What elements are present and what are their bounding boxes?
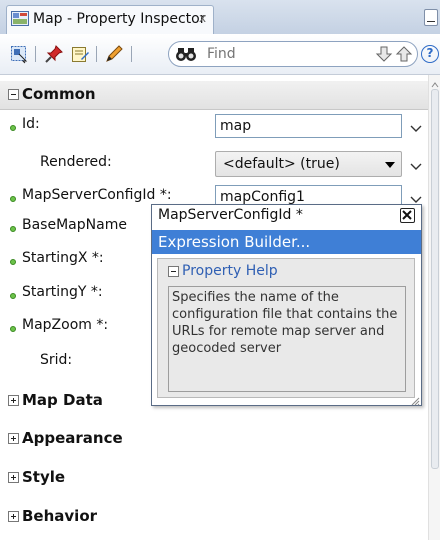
chevron-down-icon[interactable] — [410, 193, 422, 203]
property-label: Rendered: — [40, 154, 112, 170]
tab-strip: Map - Property Inspector x — [0, 0, 440, 35]
find-input[interactable] — [207, 44, 347, 64]
expand-icon[interactable] — [8, 395, 19, 406]
toolbar: ? — [0, 34, 440, 75]
required-indicator-icon — [10, 196, 16, 202]
property-label: Srid: — [40, 352, 73, 368]
property-popup: MapServerConfigId * Expression Builder..… — [151, 204, 422, 406]
property-help-header[interactable]: Property Help — [182, 263, 278, 279]
pin-icon[interactable] — [44, 44, 64, 64]
map-icon — [11, 11, 29, 27]
toolbar-divider — [35, 46, 36, 62]
section-label: Map Data — [22, 391, 103, 409]
select-value: <default> (true) — [223, 156, 340, 172]
find-previous-icon[interactable] — [395, 45, 413, 63]
toolbar-divider — [96, 46, 97, 62]
chevron-down-icon[interactable] — [410, 160, 422, 170]
id-input[interactable]: map — [215, 114, 402, 138]
find-next-icon[interactable] — [375, 45, 393, 63]
expand-icon[interactable] — [8, 472, 19, 483]
resize-grip-icon[interactable] — [410, 394, 420, 406]
popup-title: MapServerConfigId * — [158, 207, 303, 223]
section-label: Appearance — [22, 429, 123, 447]
chevron-down-icon[interactable] — [410, 122, 422, 132]
collapse-icon[interactable] — [168, 266, 179, 277]
property-label: StartingX *: — [22, 250, 104, 266]
property-label: MapZoom *: — [22, 317, 109, 333]
property-help-text: Specifies the name of the configuration … — [168, 286, 406, 392]
tab-title: Map - Property Inspector — [33, 11, 206, 27]
help-icon[interactable]: ? — [421, 45, 439, 63]
close-icon[interactable] — [400, 208, 415, 223]
property-inspector-tab[interactable]: Map - Property Inspector x — [6, 5, 214, 34]
section-label: Behavior — [22, 507, 98, 525]
rendered-select[interactable]: <default> (true) — [215, 151, 402, 177]
expression-builder-item[interactable]: Expression Builder... — [152, 230, 421, 254]
required-indicator-icon — [10, 259, 16, 265]
collapse-icon[interactable] — [8, 89, 19, 100]
property-help-pane: Property Help Specifies the name of the … — [157, 258, 415, 398]
pencil-icon[interactable] — [104, 44, 124, 64]
minimize-icon[interactable] — [424, 9, 438, 26]
property-label: MapServerConfigId *: — [22, 187, 172, 203]
dropdown-arrow-icon — [385, 162, 395, 168]
property-label: Id: — [22, 116, 40, 132]
required-indicator-icon — [10, 226, 16, 232]
expand-icon[interactable] — [8, 433, 19, 444]
section-common[interactable]: Common — [0, 81, 428, 110]
toolbar-divider — [131, 46, 132, 62]
section-label: Style — [22, 468, 66, 486]
tab-close-icon[interactable]: x — [199, 11, 206, 25]
section-appearance[interactable]: Appearance — [0, 425, 428, 453]
property-label: BaseMapName — [22, 217, 127, 233]
required-indicator-icon — [10, 125, 16, 131]
edit-source-icon[interactable] — [70, 44, 90, 64]
property-label: StartingY *: — [22, 284, 103, 300]
vertical-scrollbar[interactable] — [428, 75, 440, 540]
required-indicator-icon — [10, 326, 16, 332]
required-indicator-icon — [10, 293, 16, 299]
scroll-thumb[interactable] — [431, 89, 439, 469]
scroll-up-icon[interactable] — [431, 77, 439, 88]
select-component-icon[interactable] — [9, 44, 29, 64]
section-label: Common — [22, 85, 96, 103]
section-style[interactable]: Style — [0, 464, 428, 492]
section-behavior[interactable]: Behavior — [0, 503, 428, 531]
expand-icon[interactable] — [8, 511, 19, 522]
binoculars-icon — [175, 45, 197, 63]
find-field[interactable] — [168, 41, 418, 67]
